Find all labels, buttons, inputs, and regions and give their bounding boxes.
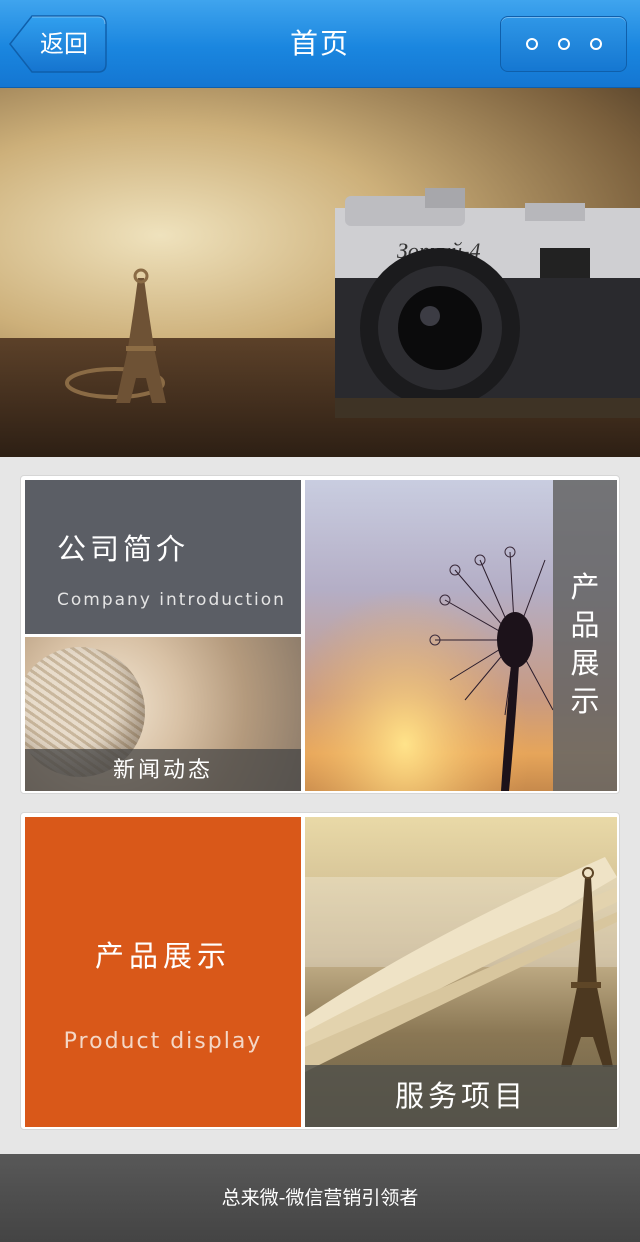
product-display-subtitle: Product display	[63, 1029, 263, 1054]
product-display-tile[interactable]: 产品展示 Product display	[25, 817, 301, 1127]
services-label: 服务项目	[305, 1065, 617, 1127]
tile-group-2: 产品展示 Product display 服务项目	[20, 812, 620, 1130]
more-button[interactable]	[500, 16, 627, 72]
more-dots-icon	[525, 38, 538, 50]
back-button-wrap: 返回	[0, 0, 120, 88]
page-title: 首页	[289, 27, 350, 60]
camera-icon: Зоркий-4	[335, 188, 640, 418]
top-nav-bar: 返回 首页	[0, 0, 640, 88]
back-button-label: 返回	[40, 30, 88, 58]
footer-bar: 总来微-微信营销引领者	[0, 1154, 640, 1242]
company-intro-title: 公司简介	[57, 532, 190, 566]
footer-text: 总来微-微信营销引领者	[221, 1187, 419, 1209]
back-button[interactable]: 返回	[10, 16, 106, 72]
products-side-tile[interactable]: 产品展示	[305, 480, 617, 791]
more-dots-icon	[557, 38, 570, 50]
news-tile[interactable]: 新闻动态	[25, 637, 301, 791]
eiffel-tower-keychain-icon	[65, 268, 166, 403]
tile-group-1: 公司简介 Company introduction 新闻动态 产品展示	[20, 475, 620, 794]
more-dots-icon	[589, 38, 602, 50]
products-side-label-bar: 产品展示	[553, 480, 617, 791]
dandelion-image	[305, 480, 555, 791]
product-display-title: 产品展示	[94, 939, 231, 973]
products-side-label: 产品展示	[570, 570, 600, 718]
news-label: 新闻动态	[25, 749, 301, 791]
company-intro-tile[interactable]: 公司简介 Company introduction	[25, 480, 301, 634]
company-intro-subtitle: Company introduction	[57, 590, 286, 610]
services-tile[interactable]: 服务项目	[305, 817, 617, 1127]
banner-photo[interactable]: Зоркий-4	[0, 88, 640, 457]
